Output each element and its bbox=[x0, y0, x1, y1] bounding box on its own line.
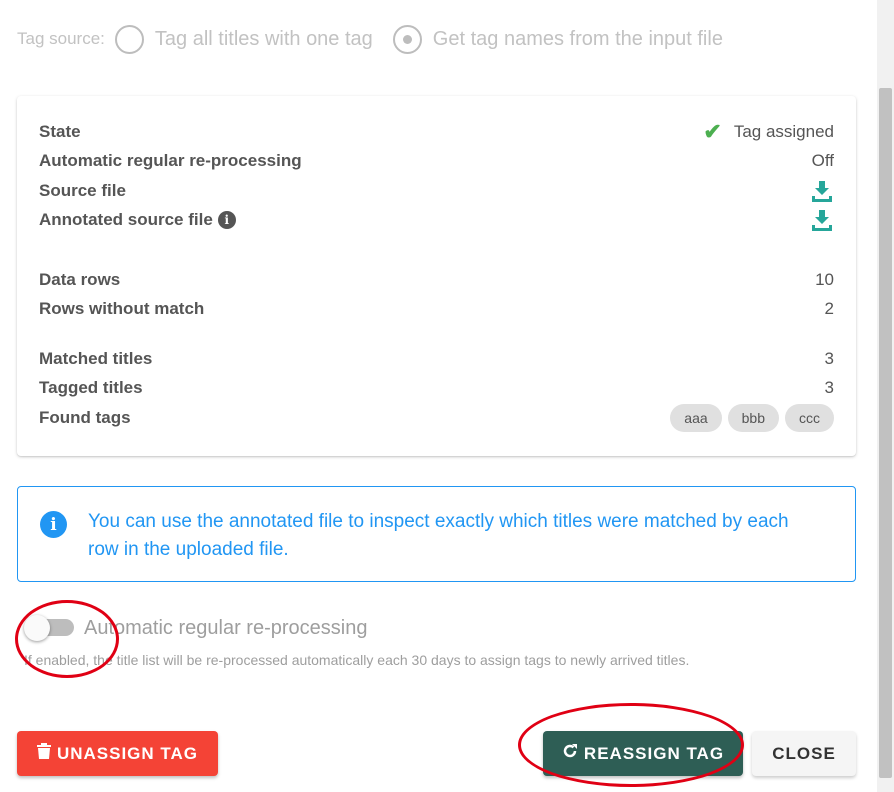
info-circle-icon: i bbox=[40, 511, 67, 538]
annotated-file-download-icon[interactable] bbox=[810, 208, 834, 232]
annotated-file-row: Annotated source file i bbox=[39, 207, 834, 233]
found-tags-key: Found tags bbox=[39, 408, 131, 427]
unassign-tag-button[interactable]: UNASSIGN TAG bbox=[17, 731, 218, 776]
state-key: State bbox=[39, 122, 81, 141]
scrollbar-track[interactable] bbox=[877, 0, 894, 792]
source-file-key: Source file bbox=[39, 181, 126, 200]
rows-without-match-row: Rows without match 2 bbox=[39, 296, 834, 322]
tag-chip: bbb bbox=[727, 404, 779, 432]
tagged-titles-row: Tagged titles 3 bbox=[39, 375, 834, 401]
radio-tag-from-file[interactable]: Get tag names from the input file bbox=[392, 24, 723, 54]
summary-card: State ✔ Tag assigned Automatic regular r… bbox=[17, 96, 856, 456]
auto-reprocessing-hint: If enabled, the title list will be re-pr… bbox=[24, 652, 690, 668]
tagged-titles-value: 3 bbox=[824, 378, 834, 397]
matched-titles-key: Matched titles bbox=[39, 349, 153, 368]
rows-without-match-key: Rows without match bbox=[39, 299, 205, 318]
check-icon: ✔ bbox=[703, 119, 722, 144]
rows-without-match-value: 2 bbox=[824, 299, 834, 318]
radio-unchecked-icon[interactable] bbox=[114, 24, 144, 54]
tag-source-group: Tag source: Tag all titles with one tag … bbox=[17, 24, 743, 54]
auto-reprocessing-toggle-group: Automatic regular re-processing bbox=[24, 614, 367, 642]
data-rows-key: Data rows bbox=[39, 270, 121, 289]
info-alert: i You can use the annotated file to insp… bbox=[17, 486, 856, 582]
auto-reprocessing-key: Automatic regular re-processing bbox=[39, 151, 302, 170]
auto-reprocessing-value: Off bbox=[811, 151, 834, 170]
switch-knob[interactable] bbox=[24, 615, 50, 641]
state-row: State ✔ Tag assigned bbox=[39, 119, 834, 145]
close-button[interactable]: CLOSE bbox=[752, 731, 856, 776]
matched-titles-value: 3 bbox=[824, 349, 834, 368]
radio-label: Get tag names from the input file bbox=[432, 27, 723, 50]
info-alert-text: You can use the annotated file to inspec… bbox=[88, 511, 789, 560]
found-tags-list: aaa bbb ccc bbox=[664, 404, 834, 432]
auto-reprocessing-label: Automatic regular re-processing bbox=[84, 616, 368, 639]
tagged-titles-key: Tagged titles bbox=[39, 378, 143, 397]
source-file-download-icon[interactable] bbox=[810, 179, 834, 203]
info-icon[interactable]: i bbox=[217, 211, 236, 229]
source-file-row: Source file bbox=[39, 178, 834, 204]
tag-chip: ccc bbox=[785, 404, 834, 432]
tag-source-label: Tag source: bbox=[17, 29, 105, 48]
found-tags-row: Found tags aaa bbb ccc bbox=[39, 404, 834, 432]
auto-reprocessing-switch[interactable] bbox=[24, 614, 74, 642]
reassign-tag-label: REASSIGN TAG bbox=[583, 743, 725, 763]
annotated-file-label: Annotated source file bbox=[39, 210, 213, 229]
scrollbar-thumb[interactable] bbox=[879, 88, 892, 778]
data-rows-row: Data rows 10 bbox=[39, 267, 834, 293]
data-rows-value: 10 bbox=[815, 270, 834, 289]
radio-tag-all-titles[interactable]: Tag all titles with one tag bbox=[114, 24, 373, 54]
auto-reprocessing-row: Automatic regular re-processing Off bbox=[39, 148, 834, 174]
radio-label: Tag all titles with one tag bbox=[154, 27, 373, 50]
tag-chip: aaa bbox=[670, 404, 722, 432]
state-value: ✔ Tag assigned bbox=[703, 119, 834, 145]
radio-checked-icon[interactable] bbox=[392, 24, 422, 54]
annotated-file-key: Annotated source file i bbox=[39, 210, 236, 230]
unassign-tag-label: UNASSIGN TAG bbox=[56, 743, 199, 763]
matched-titles-row: Matched titles 3 bbox=[39, 346, 834, 372]
state-text: Tag assigned bbox=[733, 122, 834, 141]
reassign-tag-button[interactable]: REASSIGN TAG bbox=[543, 731, 743, 776]
trash-icon bbox=[36, 743, 51, 764]
refresh-icon bbox=[562, 743, 578, 764]
